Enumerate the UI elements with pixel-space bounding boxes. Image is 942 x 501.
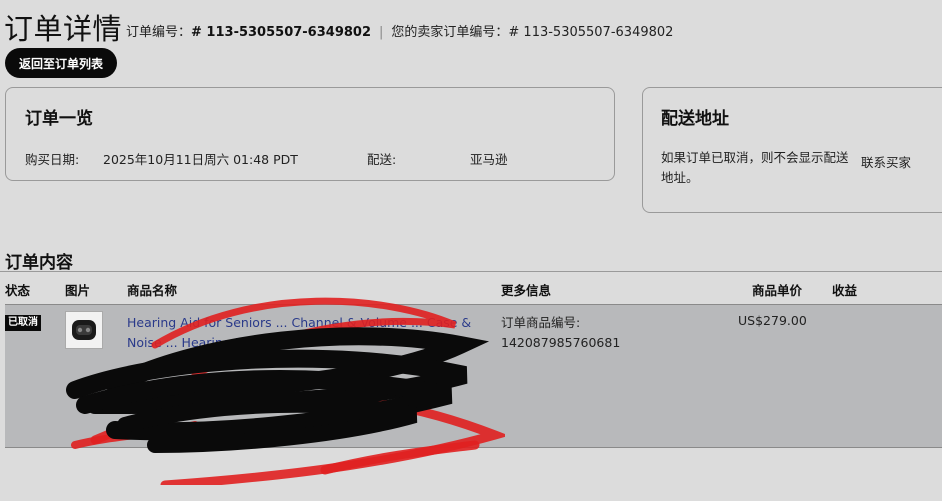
- shipping-address-title: 配送地址: [661, 109, 729, 129]
- column-header-unit-price: 商品单价: [752, 283, 803, 298]
- back-to-order-list-button[interactable]: 返回至订单列表: [5, 48, 118, 78]
- seller-order-number-value: # 113-5305507-6349802: [508, 25, 674, 40]
- column-header-earnings: 收益: [832, 283, 858, 298]
- order-item-id-label: 订单商品编号:: [501, 315, 581, 330]
- shipping-value: 亚马逊: [470, 152, 508, 167]
- seller-order-number-label: 您的卖家订单编号：: [391, 25, 509, 40]
- page-title: 订单详情: [4, 12, 123, 46]
- shipping-label: 配送:: [367, 152, 397, 167]
- order-number-row: 订单编号：# 113-5305507-6349802 | 您的卖家订单编号：# 11…: [126, 21, 673, 40]
- more-info: 订单商品编号: 142087985760681: [501, 313, 620, 353]
- product-name-link[interactable]: Hearing Aid for Seniors ... Channel & Vo…: [127, 313, 472, 352]
- unit-price: US$279.00: [738, 313, 807, 328]
- column-header-product-name: 商品名称: [127, 283, 178, 298]
- order-number-value: # 113-5305507-6349802: [191, 25, 371, 40]
- column-header-more-info: 更多信息: [501, 283, 552, 298]
- column-header-image: 图片: [65, 283, 91, 298]
- table-header-divider: [0, 271, 942, 272]
- order-item-id-value: 142087985760681: [501, 335, 621, 350]
- shipping-address-note: 如果订单已取消，则不会显示配送地址。: [661, 150, 849, 185]
- order-summary-title: 订单一览: [25, 109, 93, 129]
- order-number-label: 订单编号：: [126, 25, 192, 40]
- purchase-date-label: 购买日期:: [25, 152, 80, 167]
- separator: |: [379, 25, 384, 40]
- contact-buyer-link[interactable]: 联系买家: [861, 152, 911, 171]
- shipping-address-card: 配送地址 如果订单已取消，则不会显示配送地址。 联系买家: [642, 87, 942, 213]
- purchase-date-value: 2025年10月11日周六 01:48 PDT: [103, 152, 298, 167]
- status-badge: 已取消: [5, 315, 41, 331]
- product-case-icon: [72, 320, 96, 340]
- order-summary-card: 订单一览 购买日期: 2025年10月11日周六 01:48 PDT 配送: 亚…: [5, 87, 615, 181]
- order-content-title: 订单内容: [5, 253, 73, 273]
- product-thumbnail[interactable]: [65, 311, 103, 349]
- column-header-status: 状态: [5, 283, 31, 298]
